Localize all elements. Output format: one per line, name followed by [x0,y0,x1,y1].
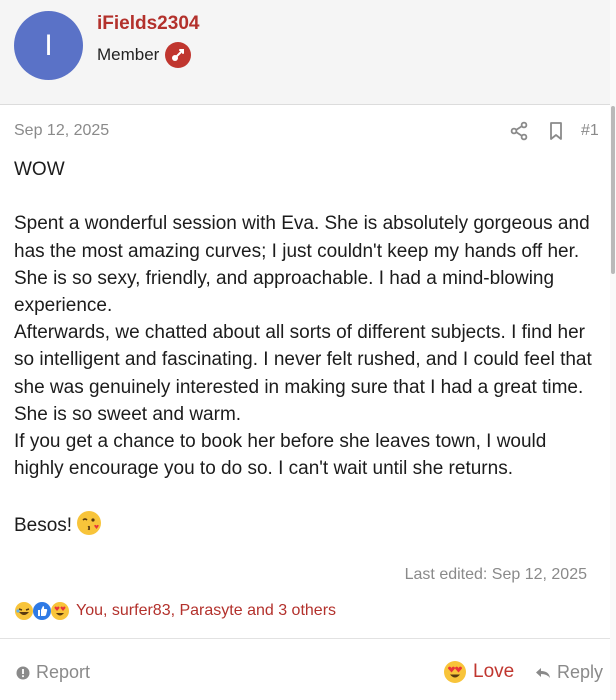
username-link[interactable]: iFields2304 [97,13,199,35]
avatar[interactable]: I [14,11,83,80]
kiss-emoji-icon [76,510,102,544]
report-button[interactable]: Report [16,662,90,683]
post-header: I iFields2304 Member [0,0,610,105]
user-role: Member [97,42,192,68]
laughing-emoji-icon [14,601,34,621]
scrollbar-thumb[interactable] [611,106,615,274]
report-label: Report [36,662,91,682]
role-label: Member [97,45,160,64]
reaction-icons [14,601,70,621]
post-paragraph: If you get a chance to book her before s… [14,431,547,480]
reply-label: Reply [557,662,604,682]
thumbs-up-icon [32,601,52,621]
divider [0,638,610,639]
post-title-line: WOW [14,159,65,180]
heart-eyes-emoji-icon [444,661,466,683]
post-signoff: Besos! [14,510,600,544]
post-paragraph: Spent a wonderful session with Eva. She … [14,213,590,316]
heart-eyes-emoji-icon [50,601,70,621]
post-meta: Sep 12, 2025 #1 [14,120,602,144]
post-actions: Report Love Reply [0,656,610,692]
last-edited: Last edited: Sep 12, 2025 [404,566,587,583]
scrollbar[interactable] [610,0,616,700]
post-paragraph: Afterwards, we chatted about all sorts o… [14,322,592,425]
reply-arrow-icon [536,667,550,678]
reply-button[interactable]: Reply [535,662,603,683]
post-body: WOW Spent a wonderful session with Eva. … [14,156,600,544]
reactions-summary-text[interactable]: You, surfer83, Parasyte and 3 others [76,602,336,620]
reactions-summary[interactable]: You, surfer83, Parasyte and 3 others [14,601,336,621]
love-button[interactable]: Love [443,660,514,684]
love-label: Love [473,661,515,682]
member-badge-icon [165,42,192,68]
bookmark-icon[interactable] [545,120,567,142]
post-number-link[interactable]: #1 [581,122,599,140]
share-icon[interactable] [508,120,530,142]
signoff-text: Besos! [14,514,73,536]
alert-icon [16,666,30,679]
post-date[interactable]: Sep 12, 2025 [14,122,109,140]
